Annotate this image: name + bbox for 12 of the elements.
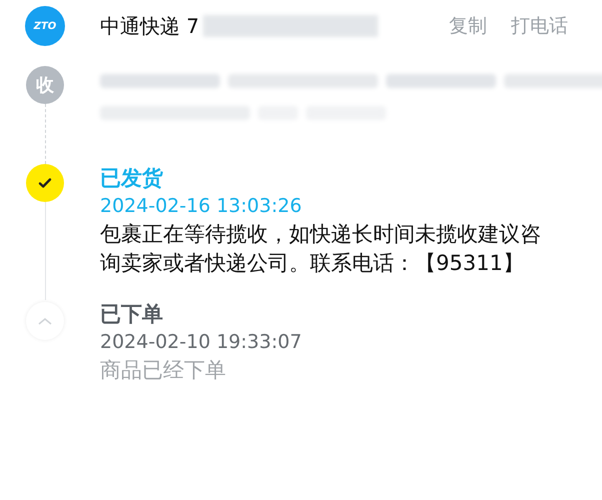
event-time: 2024-02-10 19:33:07 [100,330,303,355]
collapse-caret-icon[interactable] [26,302,64,340]
status-title: 已发货 [100,165,164,192]
action-link[interactable]: 复制 [449,12,487,40]
company-logo: ZTO [25,6,65,46]
status-title: 已下单 [100,301,164,328]
action-link[interactable]: 打电话 [511,12,568,40]
event-time: 2024-02-16 13:03:26 [100,194,303,219]
event-detail: 包裹正在等待揽收，如快递长时间未揽收建议咨询卖家或者快递公司。联系电话：【95311】 [100,221,542,277]
recipient-badge: 收 [26,66,64,104]
courier-title: 中通快递 7 [100,13,200,40]
event-detail: 商品已经下单 [100,357,227,384]
